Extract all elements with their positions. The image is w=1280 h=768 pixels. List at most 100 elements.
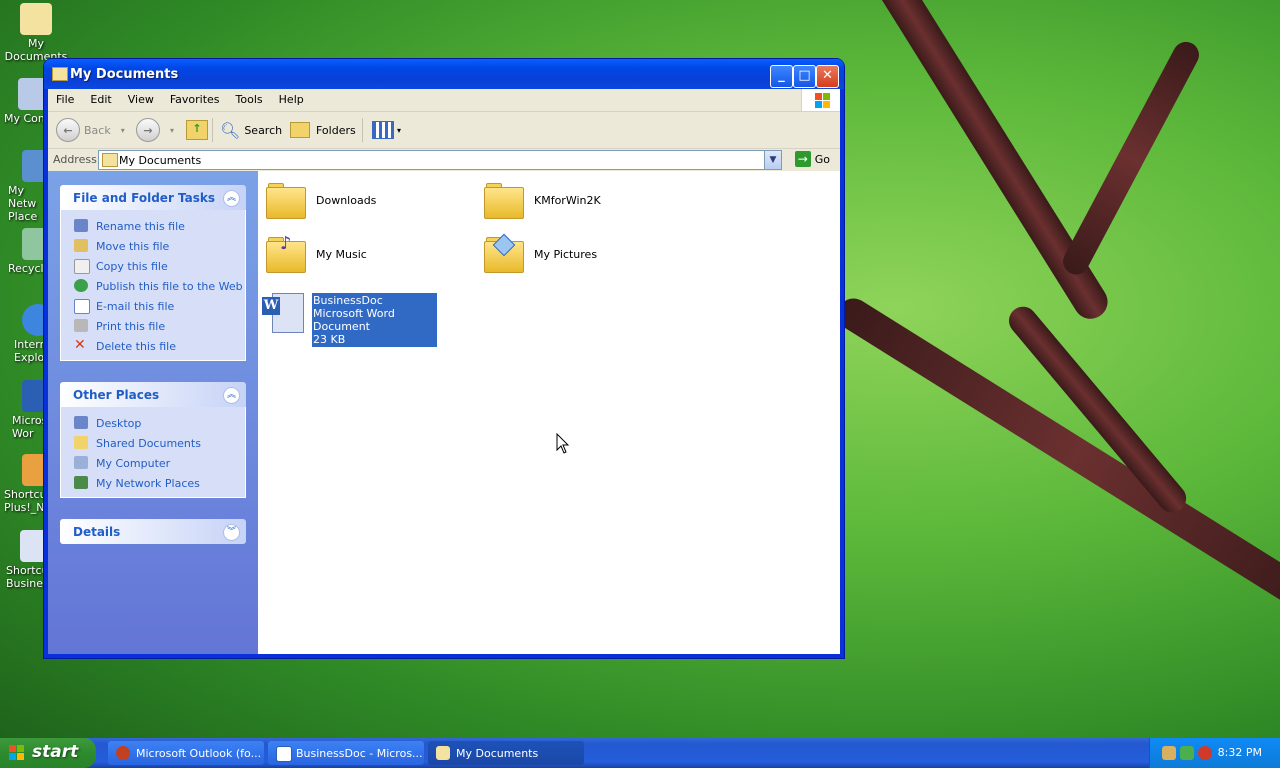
windows-logo-icon [801, 89, 840, 111]
close-button[interactable]: ✕ [816, 65, 839, 88]
toolbar-separator [212, 118, 213, 142]
network-icon [74, 476, 88, 489]
place-my-network-places[interactable]: My Network Places [61, 473, 245, 493]
menu-tools[interactable]: Tools [228, 89, 271, 106]
chevron-down-icon: ▾ [170, 125, 175, 135]
taskbar-item-outlook[interactable]: Microsoft Outlook (fo... [108, 741, 264, 765]
tray-security-icon[interactable] [1198, 746, 1212, 760]
clock: 8:32 PM [1217, 746, 1262, 759]
collapse-chevron-icon[interactable]: ︽ [223, 387, 240, 404]
taskbar-item-word[interactable]: BusinessDoc - Micros... [268, 741, 424, 765]
tray-update-icon[interactable] [1180, 746, 1194, 760]
rename-icon [74, 219, 88, 232]
forward-button[interactable]: → ▾ [136, 118, 174, 142]
task-print-file[interactable]: Print this file [61, 316, 245, 336]
views-button[interactable]: ▾ [372, 118, 401, 142]
toolbar-separator [362, 118, 363, 142]
folders-icon [290, 122, 310, 138]
details-panel: Details ︾ [60, 519, 246, 544]
menu-favorites[interactable]: Favorites [162, 89, 228, 106]
copy-icon [74, 259, 90, 274]
title-bar[interactable]: My Documents _ □ ✕ [44, 59, 844, 89]
address-input[interactable]: My Documents ▼ [98, 150, 782, 170]
task-publish-web[interactable]: Publish this file to the Web [61, 276, 245, 296]
window-body: File Edit View Favorites Tools Help ← Back ▾ … [48, 89, 840, 654]
folder-icon [484, 183, 524, 219]
start-button[interactable]: start [0, 738, 96, 768]
address-dropdown-button[interactable]: ▼ [764, 151, 781, 169]
search-button[interactable]: 🔍︎ Search [220, 118, 282, 142]
minimize-button[interactable]: _ [770, 65, 793, 88]
my-documents-icon [20, 3, 52, 35]
panel-header[interactable]: Other Places ︽ [60, 382, 246, 407]
maximize-button[interactable]: □ [793, 65, 816, 88]
expand-chevron-icon[interactable]: ︾ [223, 524, 240, 541]
desktop-icon-my-documents[interactable]: My Documents [0, 3, 72, 63]
menu-file[interactable]: File [48, 89, 82, 106]
email-icon [74, 299, 90, 314]
system-tray: 8:32 PM [1149, 738, 1280, 768]
folders-button[interactable]: Folders [290, 118, 356, 142]
menu-help[interactable]: Help [271, 89, 312, 106]
desktop-icon [74, 416, 88, 429]
search-icon: 🔍︎ [220, 120, 241, 140]
collapse-chevron-icon[interactable]: ︽ [223, 190, 240, 207]
folder-icon [74, 436, 88, 449]
panel-header[interactable]: Details ︾ [60, 519, 246, 544]
move-icon [74, 239, 88, 252]
place-shared-documents[interactable]: Shared Documents [61, 433, 245, 453]
file-folder-tasks-panel: File and Folder Tasks ︽ Rename this file… [60, 185, 246, 361]
pictures-folder-icon [484, 233, 524, 273]
task-copy-file[interactable]: Copy this file [61, 256, 245, 276]
globe-icon [74, 279, 88, 292]
file-item-my-pictures[interactable]: My Pictures [484, 233, 597, 273]
computer-icon [74, 456, 88, 469]
place-my-computer[interactable]: My Computer [61, 453, 245, 473]
other-places-panel: Other Places ︽ Desktop Shared Documents … [60, 382, 246, 498]
go-arrow-icon: → [794, 151, 811, 167]
chevron-down-icon: ▾ [120, 125, 125, 135]
back-arrow-icon: ← [56, 118, 80, 142]
menu-view[interactable]: View [120, 89, 162, 106]
printer-icon [74, 319, 88, 332]
up-folder-button[interactable]: ↑ [186, 118, 208, 142]
delete-icon: ✕ [74, 337, 86, 353]
selected-file-label: BusinessDoc Microsoft Word Document 23 K… [312, 293, 437, 347]
task-email-file[interactable]: E-mail this file [61, 296, 245, 316]
file-item-my-music[interactable]: ♪ My Music [266, 233, 367, 273]
explorer-window: My Documents _ □ ✕ File Edit View Favorites… [44, 59, 844, 658]
taskbar-item-my-documents[interactable]: My Documents [428, 741, 584, 765]
outlook-icon [116, 746, 130, 760]
folder-icon [436, 746, 450, 760]
wallpaper-branch [1058, 37, 1204, 280]
go-button[interactable]: → Go [794, 151, 830, 167]
tray-network-icon[interactable] [1162, 746, 1176, 760]
wallpaper-branch [862, 0, 1114, 326]
windows-logo-icon [9, 745, 25, 761]
file-item-businessdoc[interactable]: W BusinessDoc Microsoft Word Document 23… [262, 291, 437, 347]
folder-icon [266, 183, 306, 219]
chevron-down-icon: ▾ [397, 125, 402, 135]
address-bar: Address My Documents ▼ → Go [48, 149, 840, 172]
views-icon [372, 121, 394, 139]
music-folder-icon: ♪ [266, 233, 306, 273]
address-label: Address [53, 153, 97, 166]
file-list-view: Downloads KMforWin2K ♪ My Music My Pictu… [258, 171, 840, 654]
file-item-kmforwin2k[interactable]: KMforWin2K [484, 183, 601, 219]
panel-body: Desktop Shared Documents My Computer My … [60, 407, 246, 498]
panel-header[interactable]: File and Folder Tasks ︽ [60, 185, 246, 210]
folder-icon [52, 67, 68, 81]
forward-arrow-icon: → [136, 118, 160, 142]
menu-bar: File Edit View Favorites Tools Help [48, 89, 840, 112]
taskbar: start Microsoft Outlook (fo... BusinessD… [0, 738, 1280, 768]
task-rename-file[interactable]: Rename this file [61, 216, 245, 236]
menu-edit[interactable]: Edit [82, 89, 119, 106]
task-delete-file[interactable]: ✕ Delete this file [61, 336, 245, 356]
up-folder-icon: ↑ [186, 120, 208, 140]
task-move-file[interactable]: Move this file [61, 236, 245, 256]
folder-icon [102, 153, 118, 167]
back-button[interactable]: ← Back ▾ [56, 118, 125, 142]
place-desktop[interactable]: Desktop [61, 413, 245, 433]
panel-body: Rename this file Move this file Copy thi… [60, 210, 246, 361]
file-item-downloads[interactable]: Downloads [266, 183, 376, 219]
